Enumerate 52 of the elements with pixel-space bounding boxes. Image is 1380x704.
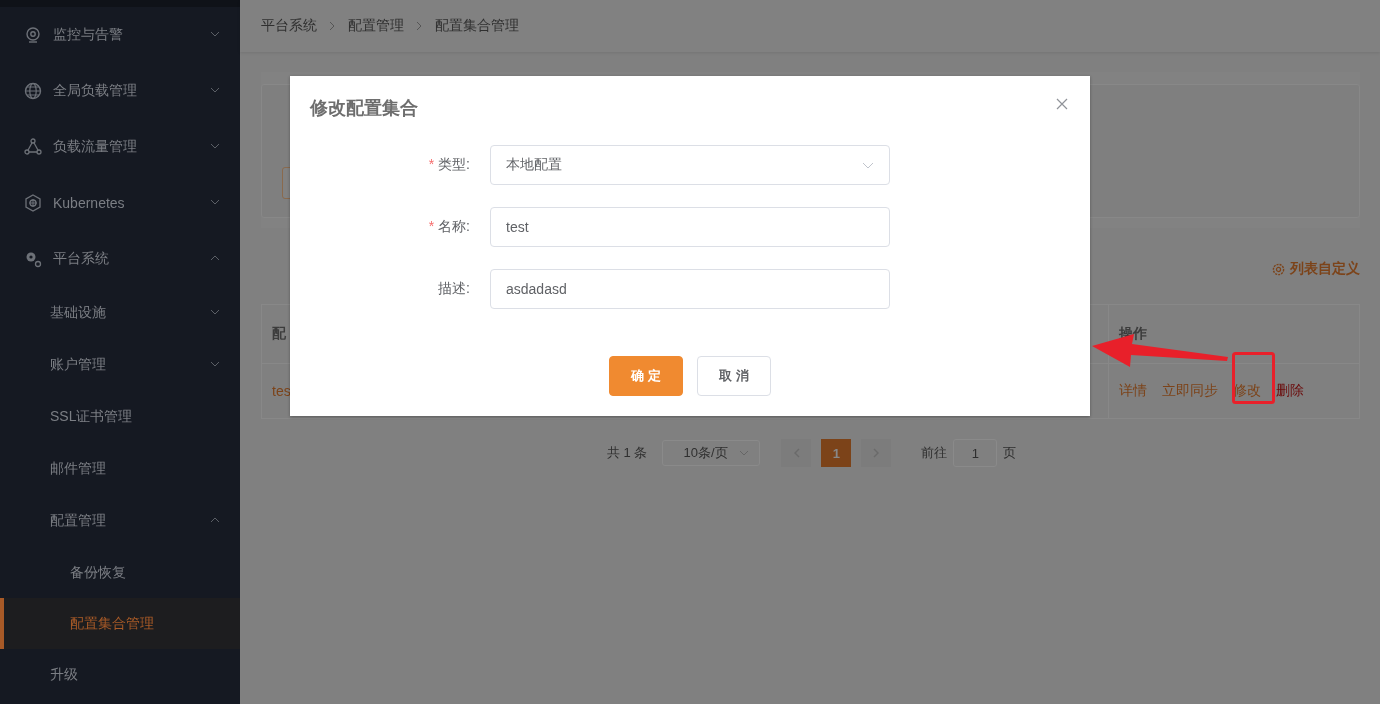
action-link[interactable]: 删除 bbox=[1276, 382, 1304, 398]
chevron-down-icon bbox=[210, 87, 220, 93]
type-select[interactable]: 本地配置 bbox=[490, 145, 890, 185]
globe-icon bbox=[24, 82, 42, 100]
field-label: * 类型: bbox=[427, 156, 471, 174]
goto-label: 前往 bbox=[921, 444, 948, 462]
sidebar-item[interactable]: 配置集合管理 bbox=[0, 598, 240, 649]
chevron-down-icon bbox=[210, 199, 220, 205]
sidebar-item[interactable]: SSL证书管理 bbox=[0, 391, 240, 443]
chevron-down-icon bbox=[210, 361, 220, 367]
page-size-select[interactable]: 10条/页 bbox=[662, 440, 761, 466]
page-button[interactable]: 1 bbox=[821, 439, 852, 467]
sidebar-item[interactable]: 平台系统 bbox=[0, 231, 240, 287]
chevron-down-icon bbox=[210, 143, 220, 149]
chevron-down-icon bbox=[862, 161, 874, 169]
total-count: 共 1 条 bbox=[607, 444, 648, 462]
sidebar-item[interactable]: 监控与告警 bbox=[0, 7, 240, 63]
cancel-button[interactable]: 取 消 bbox=[697, 356, 771, 396]
sidebar-item[interactable]: 邮件管理 bbox=[0, 443, 240, 495]
input-field[interactable]: test bbox=[490, 207, 890, 247]
breadcrumb-item[interactable]: 配置集合管理 bbox=[435, 17, 519, 35]
chevron-up-icon bbox=[210, 517, 220, 523]
sidebar-item[interactable]: 基础设施 bbox=[0, 287, 240, 339]
chevron-down-icon bbox=[210, 31, 220, 37]
network-icon bbox=[24, 138, 42, 156]
sidebar-item[interactable]: 账户管理 bbox=[0, 339, 240, 391]
webcam-icon bbox=[24, 26, 42, 44]
helm-icon bbox=[24, 194, 42, 212]
confirm-button[interactable]: 确 定 bbox=[609, 356, 683, 396]
chevron-down-icon bbox=[210, 309, 220, 315]
close-icon[interactable] bbox=[1056, 98, 1068, 110]
breadcrumb-item[interactable]: 平台系统 bbox=[261, 17, 317, 35]
chevron-right-icon bbox=[329, 21, 336, 31]
chevron-up-icon bbox=[210, 255, 220, 261]
sidebar-item[interactable]: 升级 bbox=[0, 649, 240, 701]
sidebar-item[interactable]: 负载流量管理 bbox=[0, 119, 240, 175]
sidebar-item[interactable]: Kubernetes bbox=[0, 175, 240, 231]
sidebar-item[interactable]: 配置管理 bbox=[0, 495, 240, 547]
chevron-right-icon bbox=[416, 21, 423, 31]
breadcrumb-item[interactable]: 配置管理 bbox=[348, 17, 404, 35]
goto-suffix: 页 bbox=[1003, 444, 1017, 462]
field-label: * 名称: bbox=[427, 218, 471, 236]
highlight-box bbox=[1232, 352, 1275, 404]
settings-icon bbox=[1272, 262, 1285, 276]
gears-icon bbox=[24, 250, 42, 268]
sidebar-item[interactable]: 备份恢复 bbox=[0, 547, 240, 598]
field-label: 描述: bbox=[437, 280, 471, 298]
chevron-down-icon bbox=[739, 450, 750, 456]
goto-page-field[interactable]: 1 bbox=[953, 439, 998, 467]
sidebar-item[interactable]: 全局负载管理 bbox=[0, 63, 240, 119]
input-field[interactable]: asdadasd bbox=[490, 269, 890, 309]
dialog-title: 修改配置集合 bbox=[310, 97, 418, 120]
